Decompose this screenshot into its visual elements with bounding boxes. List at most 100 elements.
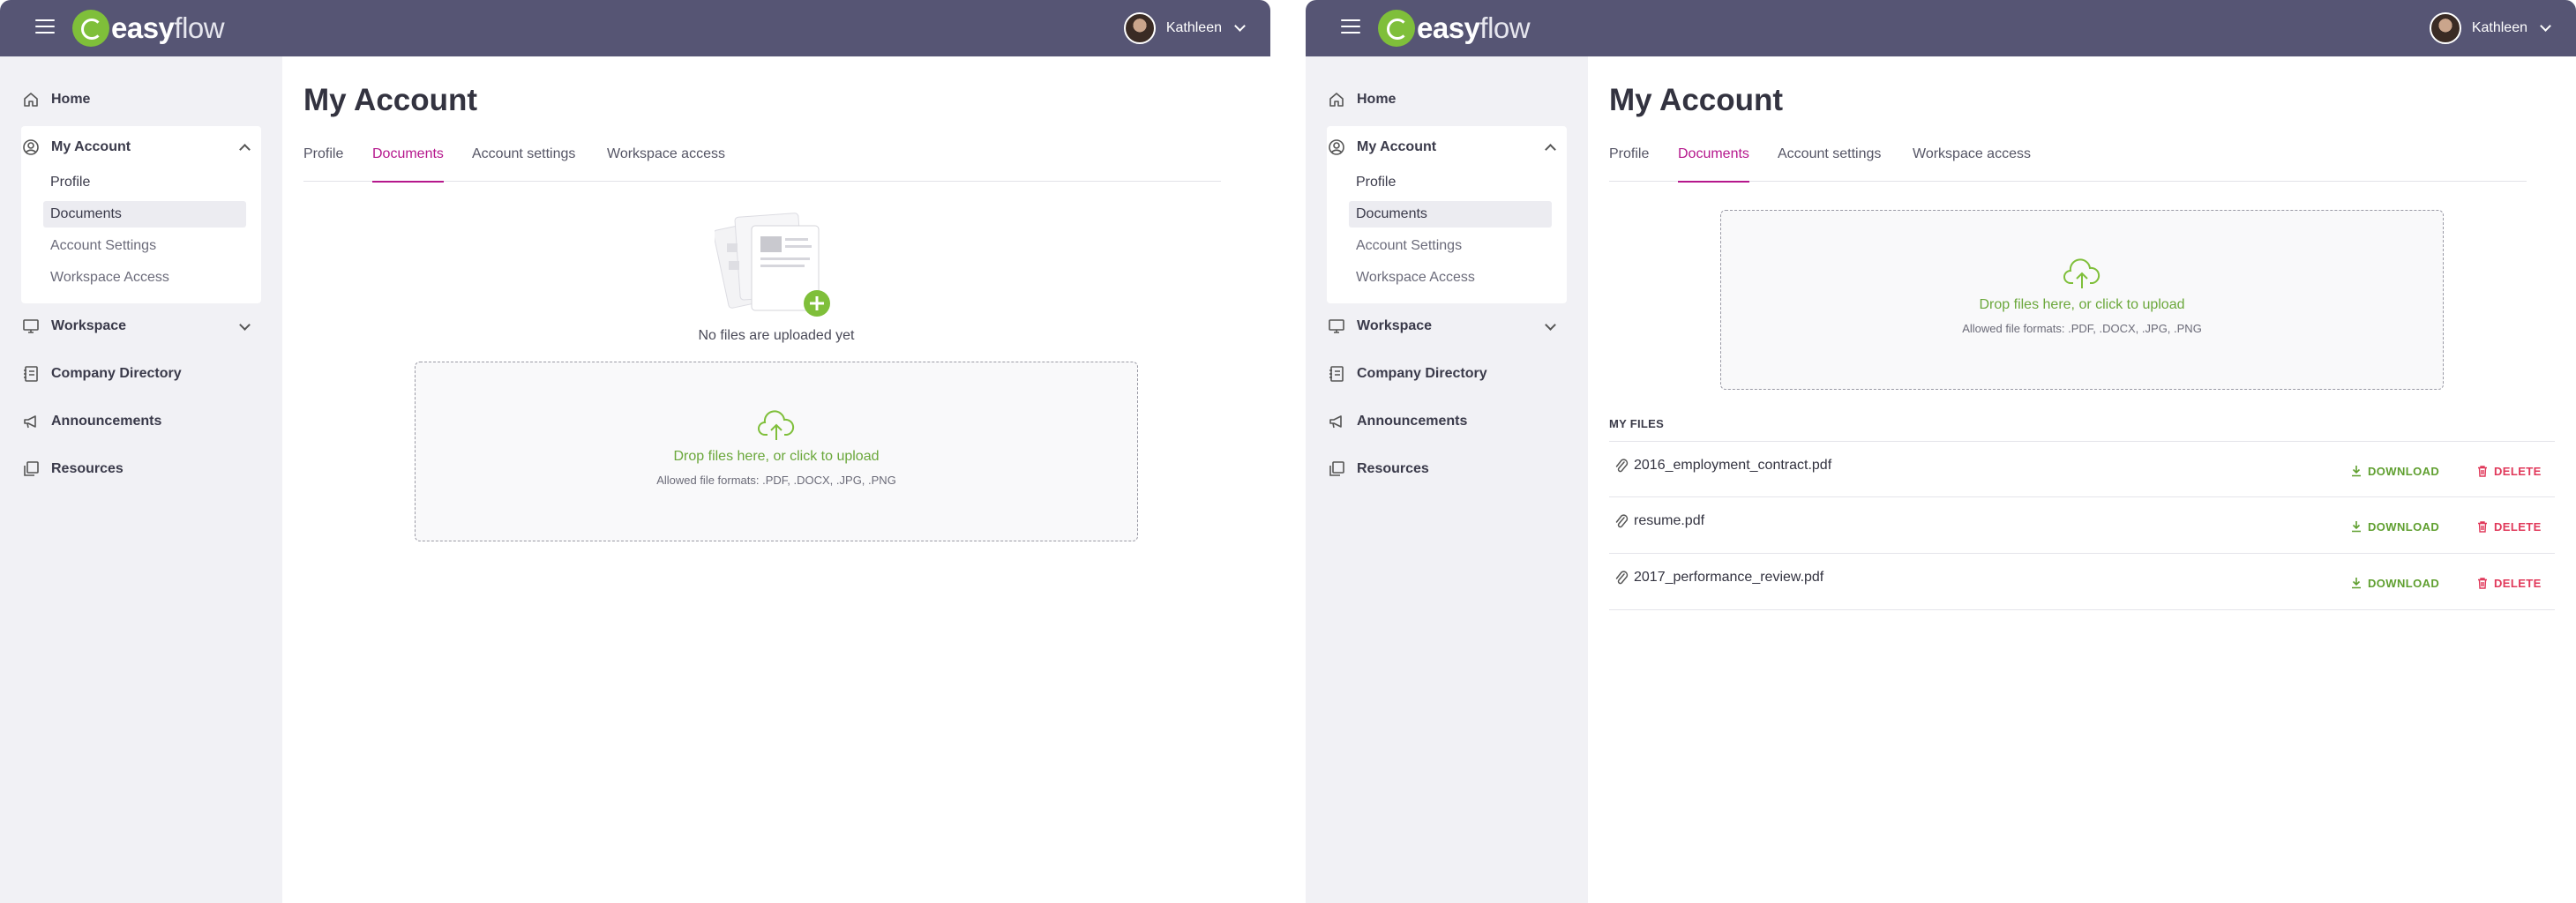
sidebar-item-label: Company Directory	[1357, 366, 1487, 381]
download-label: DOWNLOAD	[2368, 576, 2440, 590]
file-name[interactable]: 2017_performance_review.pdf	[1634, 570, 1823, 586]
download-button[interactable]: DOWNLOAD	[2350, 574, 2439, 592]
user-menu[interactable]: Kathleen	[2429, 12, 2551, 44]
monitor-icon	[1327, 317, 1346, 336]
sidebar: Home My Account Profile Documents Accoun…	[1306, 56, 1588, 903]
my-files-heading: MY FILES	[1609, 417, 1665, 430]
sidebar-item-home[interactable]: Home	[1327, 80, 1567, 119]
sidebar-subitem-workspace-access[interactable]: Workspace Access	[1349, 265, 1552, 291]
tab-bar: Profile Documents Account settings Works…	[303, 145, 1221, 183]
resources-icon	[21, 459, 41, 479]
download-button[interactable]: DOWNLOAD	[2350, 462, 2439, 480]
logo-word-bold: easy	[111, 11, 175, 44]
page-title: My Account	[303, 83, 478, 117]
file-row: 2016_employment_contract.pdf DOWNLOAD DE…	[1609, 441, 2555, 497]
account-circle-icon	[1327, 138, 1346, 157]
logo-word-bold: easy	[1417, 11, 1480, 44]
delete-label: DELETE	[2494, 576, 2542, 590]
sidebar-item-resources[interactable]: Resources	[1327, 450, 1567, 489]
app-window-with-files: easyflow Kathleen Home My Account Profil…	[1306, 0, 2576, 903]
file-name[interactable]: resume.pdf	[1634, 513, 1704, 529]
tab-bar: Profile Documents Account settings Works…	[1609, 145, 2527, 183]
delete-label: DELETE	[2494, 519, 2542, 534]
upload-dropzone[interactable]: Drop files here, or click to upload Allo…	[415, 362, 1138, 541]
sidebar-item-workspace[interactable]: Workspace	[1327, 307, 1567, 346]
account-circle-icon	[21, 138, 41, 157]
screenshot-root: easyflow Kathleen Home My Account Profil…	[0, 0, 2576, 903]
top-bar: easyflow Kathleen	[0, 0, 1270, 56]
sidebar-subitem-profile[interactable]: Profile	[1349, 169, 1552, 196]
sidebar-subitem-documents[interactable]: Documents	[1349, 201, 1552, 228]
download-label: DOWNLOAD	[2368, 519, 2440, 534]
sidebar-item-my-account[interactable]: My Account	[1327, 128, 1567, 167]
paperclip-icon	[1614, 513, 1629, 531]
tab-profile[interactable]: Profile	[303, 145, 343, 182]
resources-icon	[1327, 459, 1346, 479]
logo-text: easyflow	[111, 11, 225, 45]
sidebar-item-my-account[interactable]: My Account	[21, 128, 261, 167]
paperclip-icon	[1614, 458, 1629, 475]
upload-formats-text: Allowed file formats: .PDF, .DOCX, .JPG,…	[656, 474, 896, 487]
main-content: My Account Profile Documents Account set…	[282, 56, 1270, 903]
chevron-down-icon	[1545, 319, 1556, 331]
sidebar-subitem-account-settings[interactable]: Account Settings	[43, 233, 246, 259]
user-menu[interactable]: Kathleen	[1123, 12, 1246, 44]
sidebar-item-company-directory[interactable]: Company Directory	[1327, 354, 1567, 393]
logo-mark-icon	[72, 10, 109, 47]
download-icon	[2352, 466, 2361, 477]
tab-profile[interactable]: Profile	[1609, 145, 1649, 182]
tab-documents[interactable]: Documents	[372, 145, 444, 183]
chevron-down-icon	[1234, 19, 1246, 32]
sidebar-item-label: Workspace	[51, 318, 127, 333]
file-name[interactable]: 2016_employment_contract.pdf	[1634, 458, 1831, 474]
tab-documents[interactable]: Documents	[1678, 145, 1749, 183]
megaphone-icon	[1327, 412, 1346, 431]
user-name: Kathleen	[2471, 20, 2527, 35]
upload-main-text: Drop files here, or click to upload	[673, 449, 880, 464]
upload-dropzone[interactable]: Drop files here, or click to upload Allo…	[1720, 210, 2444, 390]
page-title: My Account	[1609, 83, 1784, 117]
sidebar-subitem-profile[interactable]: Profile	[43, 169, 246, 196]
chevron-down-icon	[239, 319, 251, 331]
tab-account-settings[interactable]: Account settings	[1778, 145, 1881, 182]
sidebar-item-label: Workspace	[1357, 318, 1433, 333]
download-button[interactable]: DOWNLOAD	[2350, 518, 2439, 535]
menu-icon[interactable]	[1341, 19, 1360, 35]
upload-main-text: Drop files here, or click to upload	[1979, 297, 2185, 312]
logo[interactable]: easyflow	[1378, 10, 1531, 47]
tab-account-settings[interactable]: Account settings	[472, 145, 575, 182]
sidebar-item-resources[interactable]: Resources	[21, 450, 261, 489]
user-name: Kathleen	[1165, 20, 1222, 35]
logo[interactable]: easyflow	[72, 10, 225, 47]
delete-button[interactable]: DELETE	[2476, 462, 2542, 480]
logo-word-light: flow	[174, 11, 225, 44]
paperclip-icon	[1614, 570, 1629, 587]
sidebar-item-home[interactable]: Home	[21, 80, 261, 119]
sidebar-item-label: My Account	[1357, 139, 1437, 154]
app-window-empty: easyflow Kathleen Home My Account Profil…	[0, 0, 1270, 903]
file-row: resume.pdf DOWNLOAD DELETE	[1609, 497, 2555, 554]
trash-icon	[2478, 466, 2487, 477]
sidebar-item-label: My Account	[51, 139, 131, 154]
sidebar-item-announcements[interactable]: Announcements	[21, 402, 261, 441]
sidebar-item-workspace[interactable]: Workspace	[21, 307, 261, 346]
tab-workspace-access[interactable]: Workspace access	[607, 145, 725, 182]
sidebar-subitem-workspace-access[interactable]: Workspace Access	[43, 265, 246, 291]
delete-button[interactable]: DELETE	[2476, 574, 2542, 592]
file-row: 2017_performance_review.pdf DOWNLOAD DEL…	[1609, 554, 2555, 610]
directory-icon	[1327, 364, 1346, 384]
sidebar-item-company-directory[interactable]: Company Directory	[21, 354, 261, 393]
chevron-down-icon	[2540, 19, 2551, 32]
sidebar-item-label: Home	[51, 92, 91, 107]
logo-text: easyflow	[1417, 11, 1531, 45]
sidebar-subitem-documents[interactable]: Documents	[43, 201, 246, 228]
sidebar-item-announcements[interactable]: Announcements	[1327, 402, 1567, 441]
menu-icon[interactable]	[35, 19, 55, 35]
tab-workspace-access[interactable]: Workspace access	[1913, 145, 2031, 182]
cloud-upload-icon	[757, 410, 796, 442]
sidebar-subitem-account-settings[interactable]: Account Settings	[1349, 233, 1552, 259]
download-icon	[2352, 578, 2361, 589]
trash-icon	[2478, 578, 2487, 589]
delete-button[interactable]: DELETE	[2476, 518, 2542, 535]
main-content: My Account Profile Documents Account set…	[1588, 56, 2576, 903]
